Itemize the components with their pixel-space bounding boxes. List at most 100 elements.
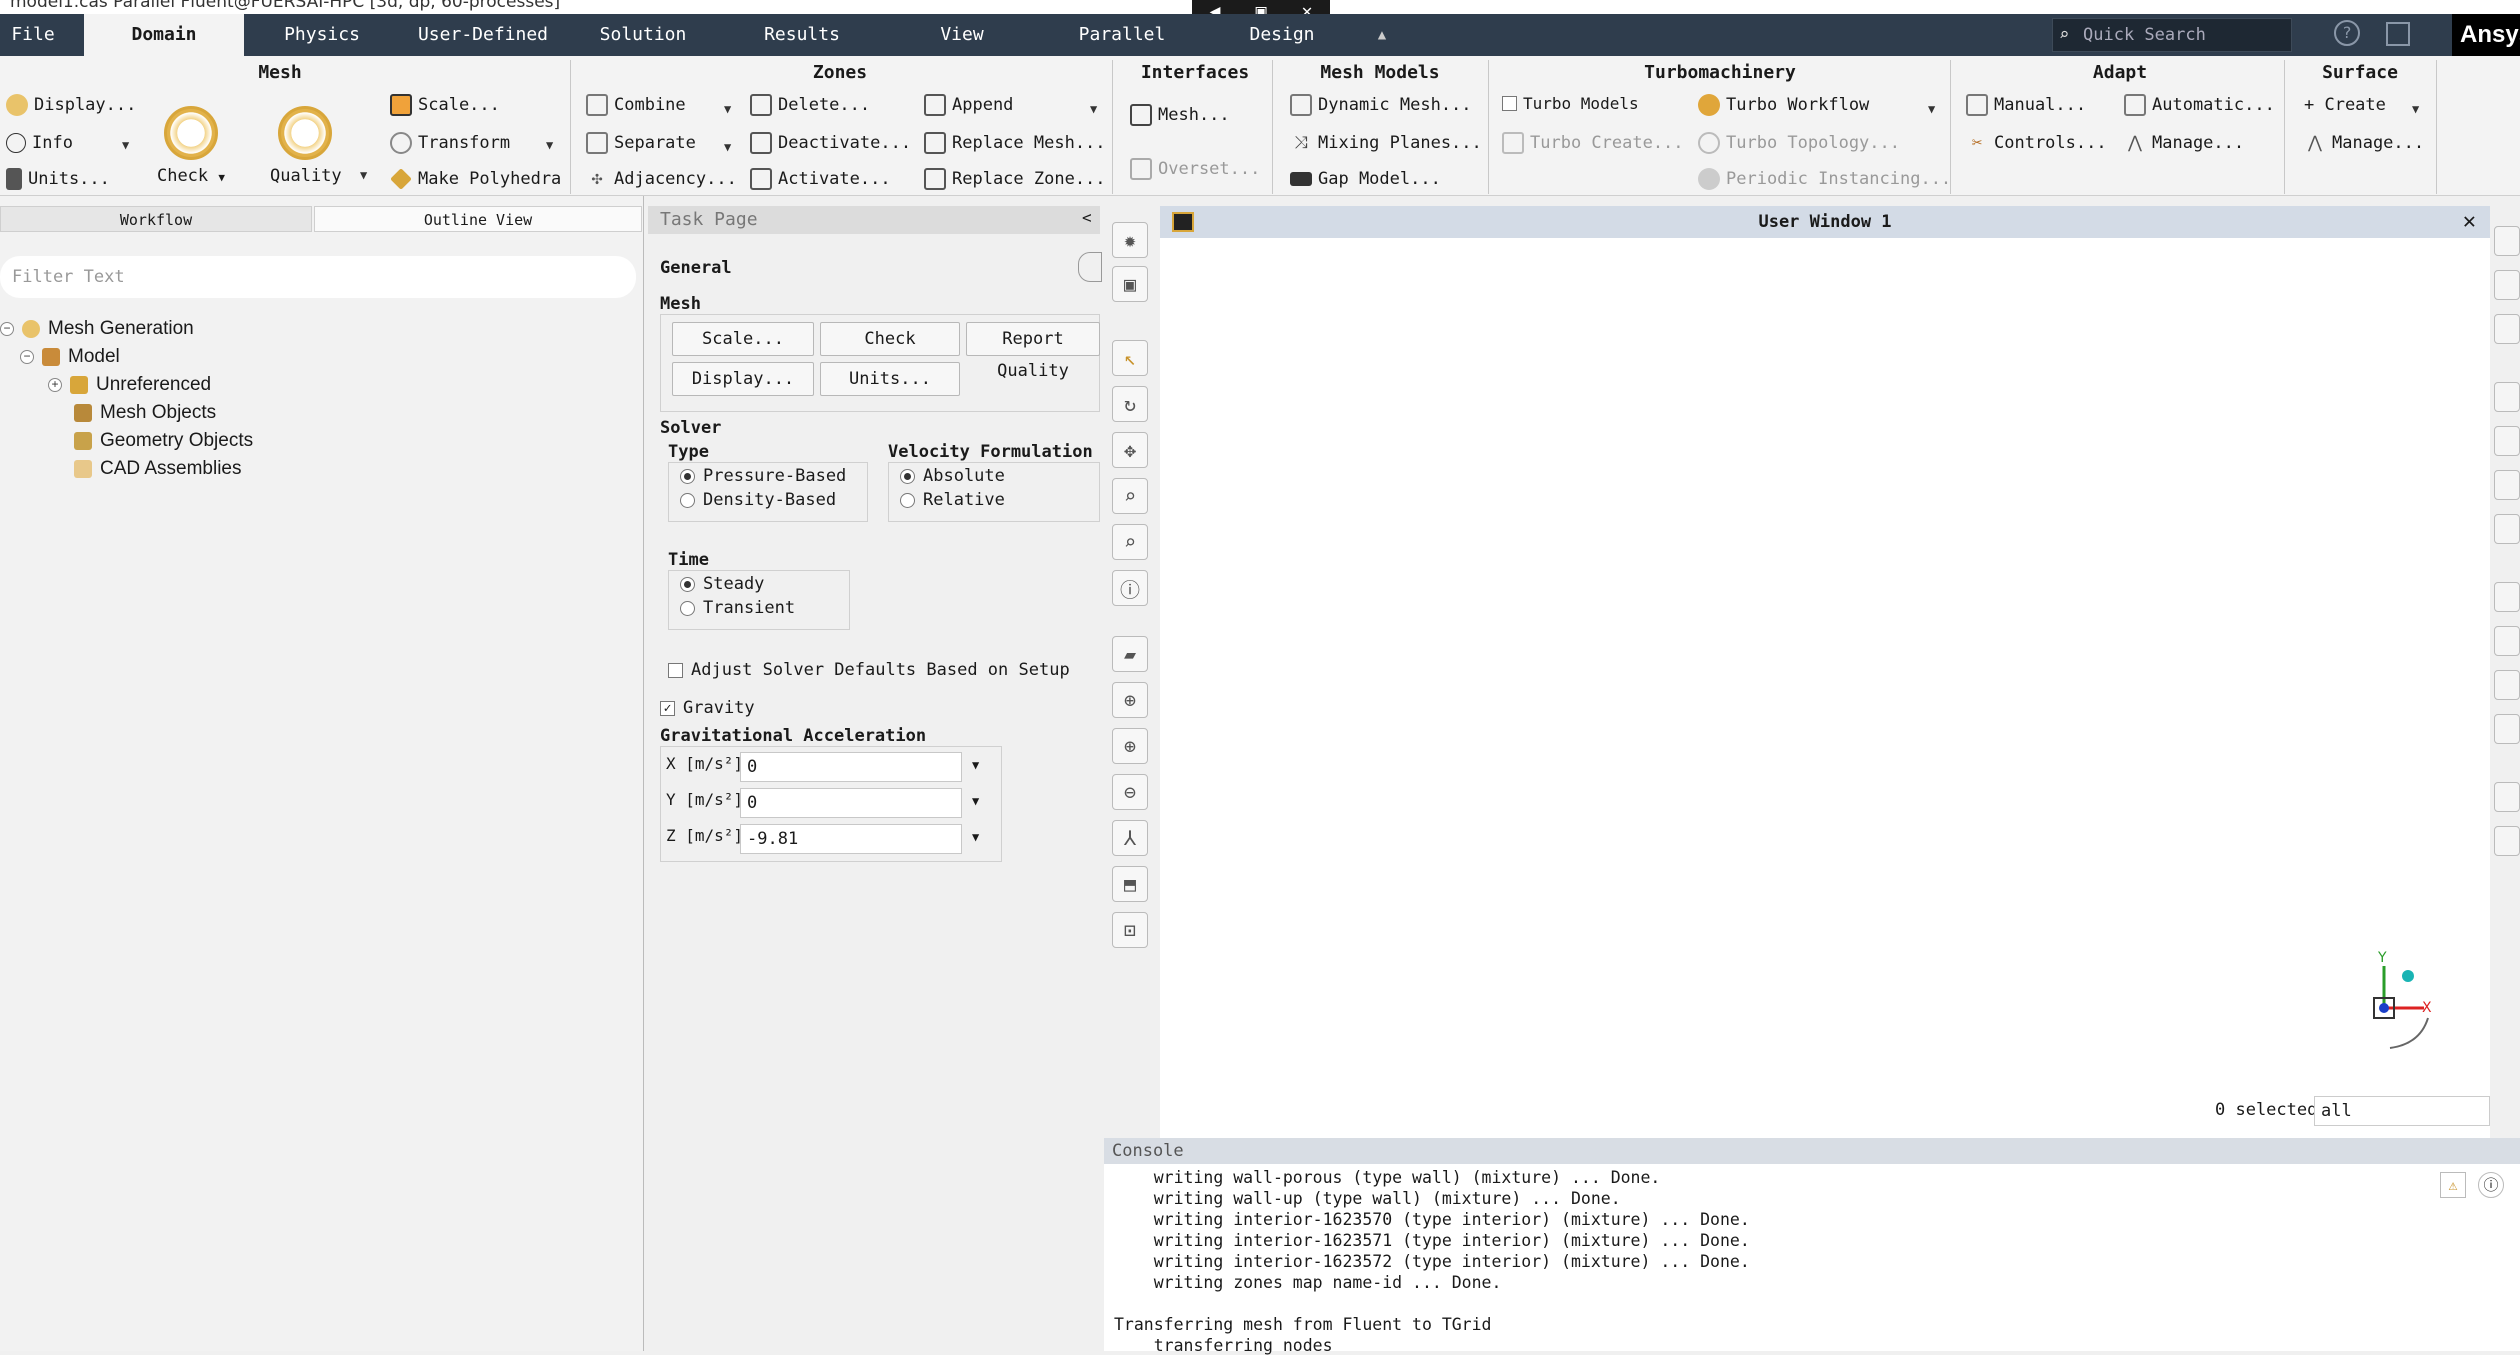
plot-tool-icon[interactable] [2494,582,2520,612]
mesh-transform-button[interactable]: Transform [390,130,510,156]
surface-manage-button[interactable]: ⋀ Manage... [2304,130,2424,156]
delete-zone-button[interactable]: Delete... [750,92,870,118]
menu-design[interactable]: Design [1220,14,1344,56]
copy-view-icon[interactable]: ▣ [1112,266,1148,302]
replace-mesh-button[interactable]: Replace Mesh... [924,130,1106,156]
menu-domain[interactable]: Domain [84,14,244,56]
task-scale-button[interactable]: Scale... [672,322,814,356]
menu-file[interactable]: File [0,14,66,56]
select-pointer-icon[interactable]: ↖ [1112,340,1148,376]
tree-item-cad-assemblies[interactable]: CAD Assemblies [74,458,242,480]
expand-icon[interactable]: + [48,378,62,392]
mesh-check-button[interactable]: Check ▼ [156,106,226,186]
info-dropdown-icon[interactable]: ▼ [122,138,129,152]
help-icon[interactable]: ? [2334,20,2360,46]
zoom-in-icon[interactable]: ⊕ [1112,728,1148,764]
docs-icon[interactable] [2386,22,2410,46]
separate-dropdown-icon[interactable]: ▼ [724,140,731,154]
vector-tool-icon[interactable] [2494,314,2520,344]
warning-icon[interactable]: ⚠ [2440,1172,2466,1198]
adapt-manage-button[interactable]: ⋀ Manage... [2124,130,2244,156]
tree-item-mesh-objects[interactable]: Mesh Objects [74,402,216,424]
tree-item-geometry-objects[interactable]: Geometry Objects [74,430,253,452]
menu-view[interactable]: View [900,14,1024,56]
menu-user-defined[interactable]: User-Defined [400,14,566,56]
task-units-button[interactable]: Units... [820,362,960,396]
info-message-icon[interactable]: ⓘ [2478,1172,2504,1198]
view-tool-icon[interactable] [2494,382,2520,412]
help-tab-icon[interactable] [1078,252,1102,282]
quality-dropdown-icon[interactable]: ▼ [360,168,367,182]
probe-icon[interactable]: ⓘ [1112,570,1148,606]
zoom-icon[interactable]: ⌕ [1112,478,1148,514]
collapse-ribbon-icon[interactable]: ▲ [1370,14,1394,56]
turbo-workflow-button[interactable]: Turbo Workflow [1698,92,1869,118]
surface-create-button[interactable]: + Create [2304,92,2386,118]
pressure-based-radio[interactable]: Pressure-Based [680,466,846,486]
adjust-defaults-checkbox[interactable]: Adjust Solver Defaults Based on Setup [668,660,1070,680]
tree-item-model[interactable]: − Model [20,346,120,368]
activate-zone-button[interactable]: Activate... [750,166,891,192]
camera-tool-icon[interactable] [2494,826,2520,856]
mesh-tool-icon[interactable] [2494,226,2520,256]
quick-search-input[interactable]: ⌕ Quick Search [2052,18,2292,52]
gravity-z-input[interactable]: -9.81 [740,824,962,854]
window-tool-icon[interactable] [2494,782,2520,812]
mesh-info-button[interactable]: Info [6,130,73,156]
menu-physics[interactable]: Physics [260,14,384,56]
turbo-topology-button[interactable]: Turbo Topology... [1698,130,1900,156]
tree-item-unreferenced[interactable]: + Unreferenced [48,374,211,396]
zoom-out-icon[interactable]: ⊖ [1112,774,1148,810]
separate-button[interactable]: Separate [586,130,696,156]
close-window-button[interactable]: ✕ [2463,206,2476,238]
mesh-quality-button[interactable]: Quality [270,106,342,186]
zoom-to-fit-icon[interactable]: ⊕ [1112,682,1148,718]
periodic-instancing-button[interactable]: Periodic Instancing... [1698,166,1951,192]
gravity-x-input[interactable]: 0 [740,752,962,782]
zoom-box-icon[interactable]: ⌕ [1112,524,1148,560]
adapt-manual-button[interactable]: Manual... [1966,92,2086,118]
combine-dropdown-icon[interactable]: ▼ [724,102,731,116]
mesh-scale-button[interactable]: Scale... [390,92,500,118]
steady-radio[interactable]: Steady [680,574,764,594]
density-based-radio[interactable]: Density-Based [680,490,836,510]
slider-tool-icon[interactable] [2494,626,2520,656]
pan-icon[interactable]: ✥ [1112,432,1148,468]
append-dropdown-icon[interactable]: ▼ [1090,102,1097,116]
graphics-window[interactable]: User Window 1 ✕ Y X 0 selected all [1160,206,2490,1138]
adjacency-button[interactable]: ✣ Adjacency... [586,166,737,192]
append-button[interactable]: Append [924,92,1013,118]
adapt-controls-button[interactable]: ✂ Controls... [1966,130,2107,156]
deactivate-zone-button[interactable]: Deactivate... [750,130,911,156]
overset-button[interactable]: Overset... [1130,156,1260,182]
rotate-icon[interactable]: ↻ [1112,386,1148,422]
report-quality-button[interactable]: Report Quality [966,322,1100,381]
report-tool-icon[interactable] [2494,670,2520,700]
task-display-button[interactable]: Display... [672,362,814,396]
contour-tool-icon[interactable] [2494,270,2520,300]
dynamic-mesh-button[interactable]: Dynamic Mesh... [1290,92,1472,118]
fit-to-window-icon[interactable]: ▰ [1112,636,1148,672]
gravity-z-dropdown-icon[interactable]: ▼ [972,830,979,844]
mixing-planes-button[interactable]: ⤨ Mixing Planes... [1290,130,1482,156]
console-panel[interactable]: Console ⚠ ⓘ writing wall-porous (type wa… [1104,1138,2520,1355]
turbo-workflow-dropdown-icon[interactable]: ▼ [1928,102,1935,116]
adapt-automatic-button[interactable]: Automatic... [2124,92,2275,118]
filter-text-input[interactable]: Filter Text [0,256,636,298]
tab-workflow[interactable]: Workflow [0,206,312,232]
collapse-icon[interactable]: − [0,322,14,336]
make-polyhedra-button[interactable]: Make Polyhedra [390,166,561,192]
gravity-y-input[interactable]: 0 [740,788,962,818]
menu-parallel[interactable]: Parallel [1060,14,1184,56]
lock-view-icon[interactable]: ⊡ [1112,912,1148,948]
combine-button[interactable]: Combine [586,92,686,118]
absolute-radio[interactable]: Absolute [900,466,1005,486]
gap-model-button[interactable]: Gap Model... [1290,166,1441,192]
mesh-display-tool-icon[interactable]: ✹ [1112,222,1148,258]
surface-tool-icon[interactable] [2494,470,2520,500]
mesh-units-button[interactable]: Units... [6,166,110,192]
menu-results[interactable]: Results [740,14,864,56]
transient-radio[interactable]: Transient [680,598,795,618]
collapse-icon[interactable]: − [20,350,34,364]
gravity-x-dropdown-icon[interactable]: ▼ [972,758,979,772]
